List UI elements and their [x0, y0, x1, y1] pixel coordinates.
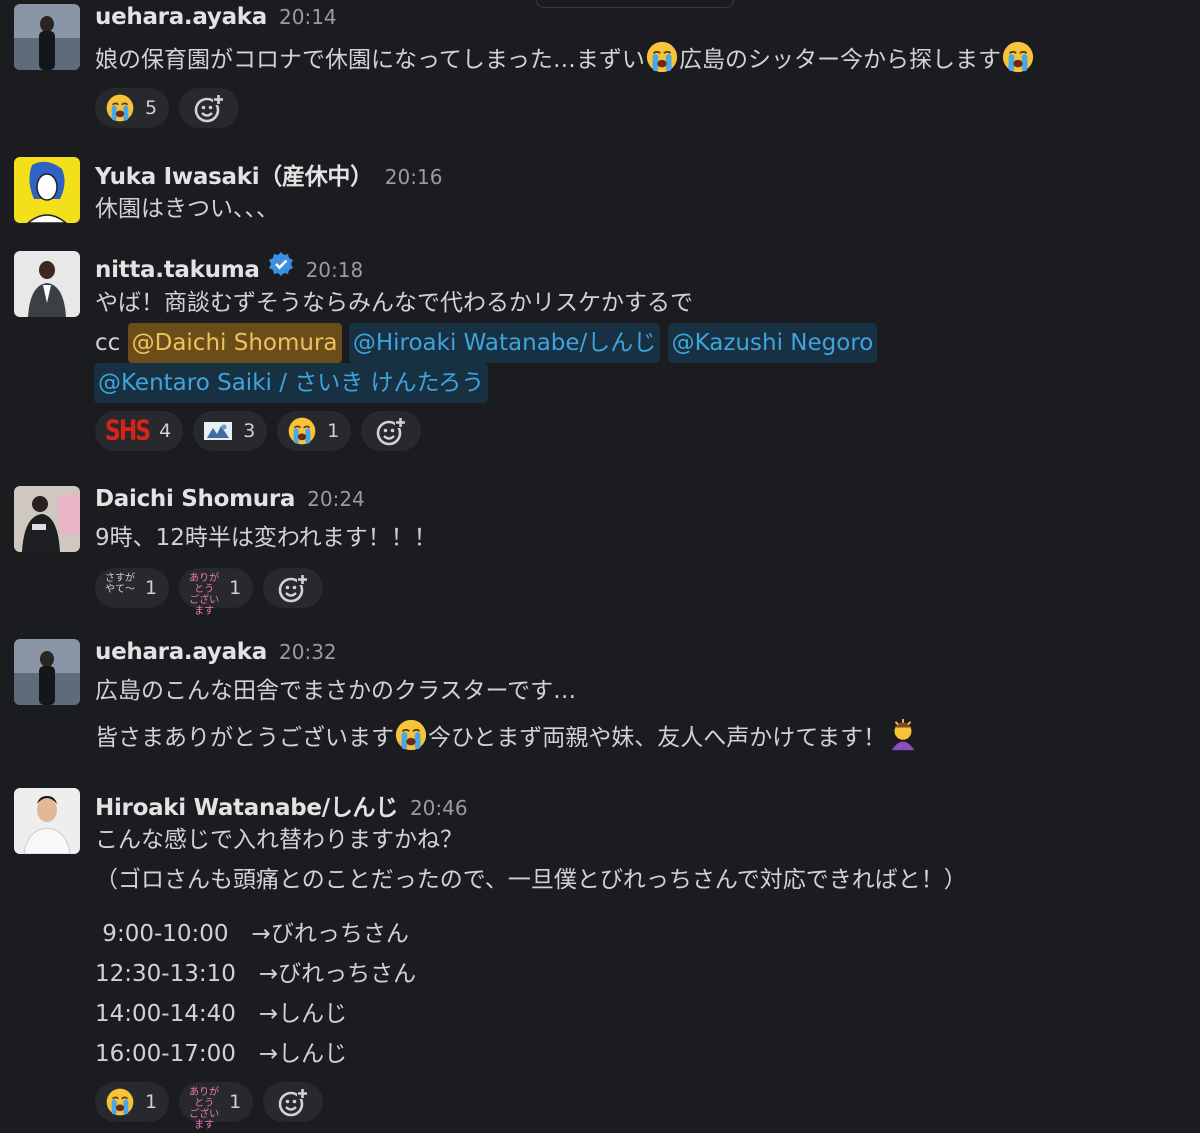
mention-kazushi-negoro[interactable]: @Kazushi Negoro: [667, 323, 878, 363]
reaction-count: 1: [229, 1091, 242, 1113]
message-text: こんな感じで入れ替わりますかね？: [95, 827, 463, 853]
avatar[interactable]: [14, 639, 80, 705]
reaction-arigatou[interactable]: ありがとう ございます 1: [179, 568, 254, 617]
mention-hiroaki-watanabe[interactable]: @Hiroaki Watanabe/しんじ: [348, 323, 661, 363]
custom-image-icon: [204, 422, 233, 440]
message-text: 休園はきつい、、、: [95, 196, 279, 222]
mention-daichi-shomura[interactable]: @Daichi Shomura: [127, 323, 342, 363]
reaction-count: 1: [145, 1091, 158, 1113]
sasuga-emoji: さすが やて〜: [105, 573, 135, 595]
message-text: （ゴロさんも頭痛とのことだったので、一旦僕とびれっちさんで対応できればと！）: [95, 867, 967, 893]
timestamp[interactable]: 20:46: [410, 796, 468, 820]
message-text: 広島のこんな田舎でまさかのクラスターです…: [95, 678, 577, 704]
mention-kentaro-saiki[interactable]: @Kentaro Saiki / さいき けんたろう: [94, 363, 489, 403]
username[interactable]: Daichi Shomura: [95, 486, 295, 512]
shs-emoji: SHS: [105, 415, 151, 447]
add-reaction-icon: [277, 1086, 309, 1118]
add-reaction-button[interactable]: [179, 88, 240, 128]
reaction-count: 1: [145, 577, 158, 599]
message-text: 9時、12時半は変われます！！！: [95, 525, 437, 551]
reaction-count: 4: [159, 420, 172, 442]
timestamp[interactable]: 20:16: [385, 165, 443, 189]
message-text: 皆さまありがとうございます 今ひとまず両親や妹、友人へ声かけてます！: [95, 711, 1190, 765]
sob-emoji: [394, 718, 428, 752]
schedule-line: 14:00-14:40 →しんじ: [95, 1001, 348, 1027]
cc-label: cc: [95, 330, 121, 356]
avatar[interactable]: [14, 157, 80, 223]
schedule-line: 12:30-13:10 →びれっちさん: [95, 961, 417, 987]
add-reaction-button[interactable]: [361, 411, 422, 451]
add-reaction-button[interactable]: [263, 568, 324, 608]
username[interactable]: uehara.ayaka: [95, 4, 267, 30]
reaction-sob[interactable]: 5: [95, 88, 170, 128]
avatar[interactable]: [14, 251, 80, 317]
reaction-count: 1: [229, 577, 242, 599]
avatar[interactable]: [14, 486, 80, 552]
username[interactable]: uehara.ayaka: [95, 639, 267, 665]
schedule-line: 16:00-17:00 →しんじ: [95, 1041, 348, 1067]
mention-line: cc @Daichi Shomura @Hiroaki Watanabe/しんじ…: [95, 323, 1190, 363]
timestamp[interactable]: 20:18: [306, 258, 364, 282]
add-reaction-button[interactable]: [263, 1082, 324, 1122]
add-reaction-icon: [375, 415, 407, 447]
reaction-shs[interactable]: SHS 4: [95, 411, 184, 451]
reaction-arigatou[interactable]: ありがとう ございます 1: [179, 1082, 254, 1131]
timestamp[interactable]: 20:24: [307, 487, 365, 511]
sob-icon: [105, 1087, 135, 1117]
username[interactable]: Yuka Iwasaki（産休中）: [95, 157, 373, 191]
reaction-sasuga[interactable]: さすが やて〜 1: [95, 568, 170, 608]
username[interactable]: Hiroaki Watanabe/しんじ: [95, 788, 398, 822]
reaction-count: 3: [243, 420, 256, 442]
message-text: やば！商談むずそうならみんなで代わるかリスケかするで: [95, 290, 693, 316]
timestamp[interactable]: 20:14: [279, 5, 337, 29]
avatar[interactable]: [14, 4, 80, 70]
message-text: 娘の保育園がコロナで休園になってしまった…まずい 広島のシッター今から探します: [95, 40, 1190, 80]
sob-emoji: [645, 40, 679, 74]
username[interactable]: nitta.takuma: [95, 257, 260, 283]
sob-icon: [287, 416, 317, 446]
add-reaction-icon: [277, 572, 309, 604]
reaction-count: 5: [145, 97, 158, 119]
reaction-sob[interactable]: 1: [277, 411, 352, 451]
verified-badge-icon: [268, 252, 293, 276]
reaction-count: 1: [327, 420, 340, 442]
arigatou-emoji: ありがとう ございます: [189, 573, 220, 617]
sob-icon: [105, 93, 135, 123]
timestamp[interactable]: 20:32: [279, 640, 337, 664]
reaction-sob[interactable]: 1: [95, 1082, 170, 1122]
sob-emoji: [1001, 40, 1035, 74]
mention-line: @Kentaro Saiki / さいき けんたろう: [94, 363, 1190, 403]
schedule-line: 9:00-10:00 →びれっちさん: [95, 921, 409, 947]
add-reaction-icon: [193, 92, 225, 124]
arigatou-emoji: ありがとう ございます: [189, 1087, 220, 1131]
stressed-person-emoji: [891, 718, 915, 751]
avatar[interactable]: [14, 788, 80, 854]
reaction-custom[interactable]: 3: [193, 411, 268, 451]
